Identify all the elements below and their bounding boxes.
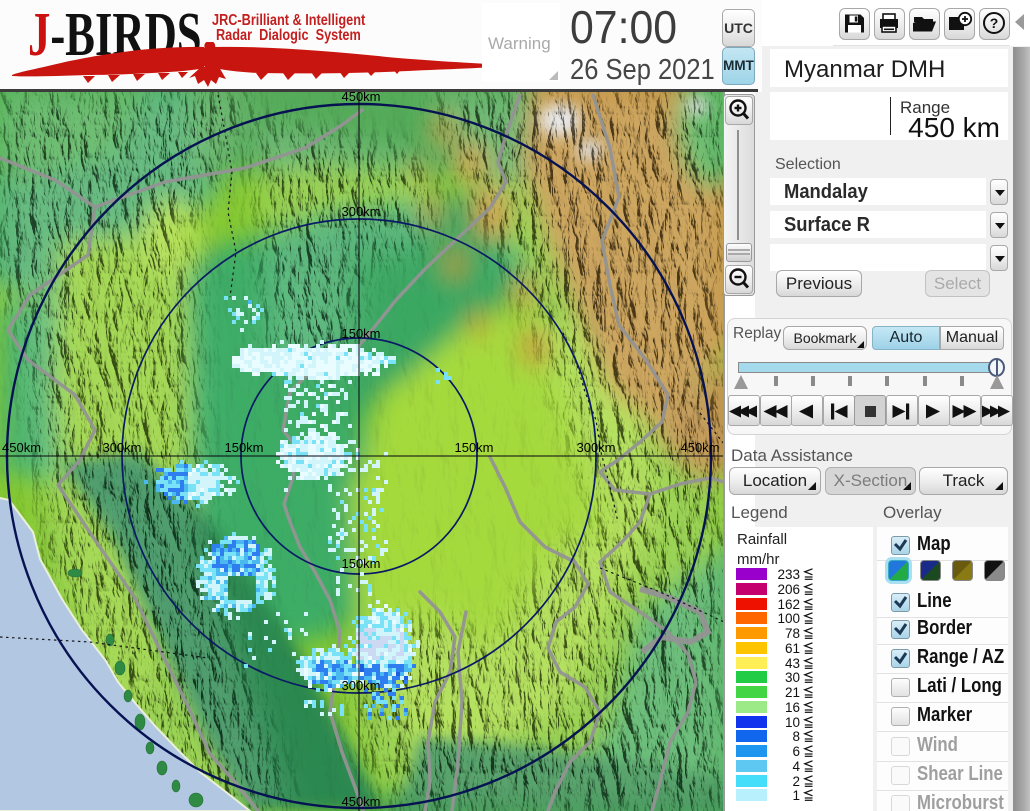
svg-text:150km: 150km (454, 440, 493, 455)
svg-text:150km: 150km (341, 556, 380, 571)
svg-text:300km: 300km (341, 678, 380, 693)
svg-text:150km: 150km (341, 326, 380, 341)
svg-text:?: ? (990, 15, 999, 31)
svg-text:450km: 450km (680, 440, 719, 455)
svg-text:450km: 450km (341, 794, 380, 809)
svg-text:450km: 450km (2, 440, 41, 455)
svg-text:300km: 300km (576, 440, 615, 455)
svg-text:300km: 300km (341, 204, 380, 219)
svg-text:150km: 150km (224, 440, 263, 455)
svg-text:300km: 300km (102, 440, 141, 455)
svg-text:450km: 450km (341, 92, 380, 104)
